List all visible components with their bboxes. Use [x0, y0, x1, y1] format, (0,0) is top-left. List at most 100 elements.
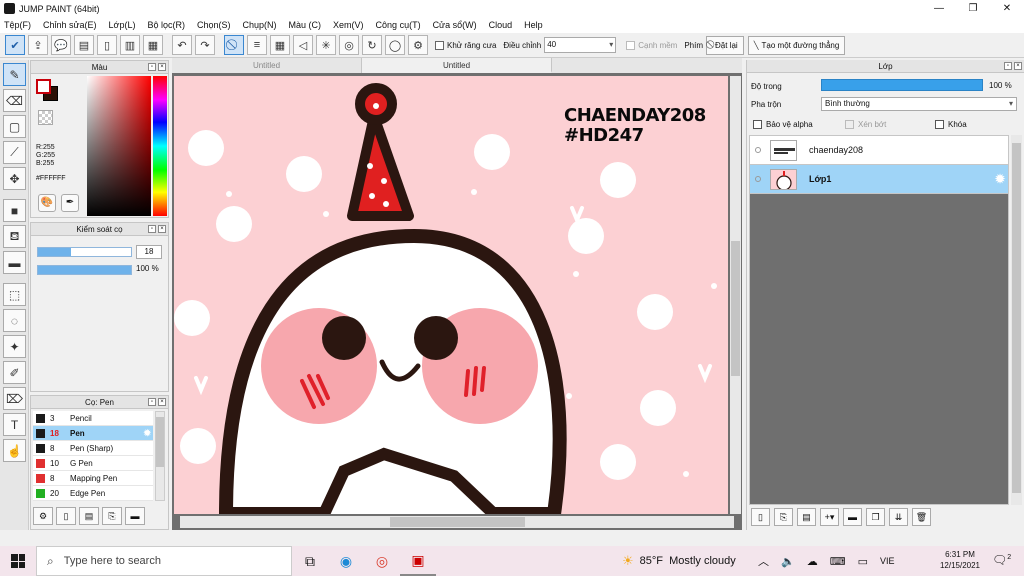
menu-file[interactable]: Tệp(F): [4, 20, 31, 30]
brush-settings-icon[interactable]: ⚙: [33, 507, 53, 525]
new-brush-icon[interactable]: ▯: [56, 507, 76, 525]
new-folder-icon[interactable]: ▬: [843, 508, 862, 526]
undock-icon[interactable]: ▫: [148, 398, 156, 406]
canvas-horizontal-scrollbar[interactable]: [180, 516, 734, 528]
undock-icon[interactable]: ▫: [148, 63, 156, 71]
layer-list-scrollbar[interactable]: [1011, 135, 1022, 505]
menu-color[interactable]: Màu (C): [289, 20, 322, 30]
close-button[interactable]: ✕: [990, 0, 1024, 17]
page-icon[interactable]: ▯: [97, 35, 117, 55]
eraser-tool-icon[interactable]: ⌫: [3, 89, 26, 112]
parallel-lines-icon[interactable]: ≡: [247, 35, 267, 55]
antialias-checkbox[interactable]: Khử răng cưa: [435, 40, 496, 50]
message-icon[interactable]: ▤: [74, 35, 94, 55]
brush-item[interactable]: 3 Pencil: [33, 411, 153, 426]
volume-icon[interactable]: 🔈: [781, 555, 795, 568]
delete-layer-icon[interactable]: 🗑: [912, 508, 931, 526]
panel-close-icon[interactable]: ×: [158, 225, 166, 233]
rect-select-tool-icon[interactable]: ⬚: [3, 283, 26, 306]
brush-item[interactable]: 18 Pen ✹: [33, 426, 153, 441]
jump-paint-taskbar-icon[interactable]: ▣: [400, 546, 436, 576]
layer-item-lop1[interactable]: Lớp1 ✹: [750, 165, 1008, 194]
radial-lines-icon[interactable]: ✳: [316, 35, 336, 55]
brush-settings-icon[interactable]: ✹: [143, 428, 151, 439]
menu-edit[interactable]: Chỉnh sửa(E): [43, 20, 97, 30]
panel-close-icon[interactable]: ×: [1014, 62, 1022, 70]
menu-window[interactable]: Cửa sổ(W): [433, 20, 477, 30]
select-pen-tool-icon[interactable]: ✐: [3, 361, 26, 384]
lasso-tool-icon[interactable]: ◌: [3, 309, 26, 332]
menu-cloud[interactable]: Cloud: [489, 20, 513, 30]
menu-layer[interactable]: Lớp(L): [109, 20, 136, 30]
document-tab-1[interactable]: Untitled: [172, 58, 362, 73]
cloud-icon[interactable]: ☁: [807, 555, 818, 568]
menu-select[interactable]: Chọn(S): [197, 20, 231, 30]
export-icon[interactable]: ⇪: [28, 35, 48, 55]
input-language[interactable]: VIE: [880, 556, 895, 566]
eyedropper-icon[interactable]: ✒: [61, 194, 79, 212]
grid-ruler-icon[interactable]: ▦: [270, 35, 290, 55]
layer-item-chaenday208[interactable]: chaenday208: [750, 136, 1008, 165]
tray-chevron-icon[interactable]: ︿: [758, 553, 769, 569]
menu-filter[interactable]: Bộ lọc(R): [147, 20, 185, 30]
new-layer-copy-icon[interactable]: ⎘: [774, 508, 793, 526]
reset-button[interactable]: ⃠ Đặt lại: [706, 35, 744, 55]
duplicate-layer-icon[interactable]: ❐: [866, 508, 885, 526]
lock-checkbox[interactable]: Khóa: [935, 120, 967, 129]
brush-folder-icon[interactable]: ▬: [125, 507, 145, 525]
notification-icon[interactable]: 🗨2: [992, 553, 1011, 567]
select-eraser-tool-icon[interactable]: ⌦: [3, 387, 26, 410]
bucket-tool-icon[interactable]: ⛾: [3, 225, 26, 248]
edge-browser-icon[interactable]: ◉: [328, 546, 364, 576]
speech-bubble-icon[interactable]: 💬: [51, 35, 71, 55]
hue-slider[interactable]: [153, 76, 167, 216]
brush-menu-icon[interactable]: ▤: [79, 507, 99, 525]
taskbar-clock[interactable]: 6:31 PM 12/15/2021: [935, 549, 985, 571]
brush-tool-icon[interactable]: ✎: [3, 63, 26, 86]
text-tool-icon[interactable]: T: [3, 413, 26, 436]
concentric-circle-icon[interactable]: ◎: [339, 35, 359, 55]
brush-list-scrollbar[interactable]: [155, 411, 165, 501]
protect-alpha-checkbox[interactable]: Bảo vệ alpha: [753, 120, 813, 129]
start-button[interactable]: [0, 546, 36, 576]
merge-layer-icon[interactable]: ⇊: [889, 508, 908, 526]
transparent-color-swatch[interactable]: [38, 110, 53, 125]
brush-item[interactable]: 10 G Pen: [33, 456, 153, 471]
hand-tool-icon[interactable]: ☝: [3, 439, 26, 462]
undock-icon[interactable]: ▫: [148, 225, 156, 233]
adjust-select[interactable]: 40: [544, 37, 617, 53]
redo-icon[interactable]: ↷: [195, 35, 215, 55]
document-tab-2[interactable]: Untitled: [362, 58, 552, 73]
taskbar-search[interactable]: ⌕ Type here to search: [36, 546, 292, 576]
undock-icon[interactable]: ▫: [1004, 62, 1012, 70]
panel-close-icon[interactable]: ×: [158, 63, 166, 71]
move-tool-icon[interactable]: ✥: [3, 167, 26, 190]
drawing-canvas[interactable]: CHAENDAY208 #HD247: [174, 76, 728, 514]
menu-tools[interactable]: Công cụ(T): [376, 20, 421, 30]
layer-settings-icon[interactable]: ✹: [995, 172, 1005, 186]
panel-close-icon[interactable]: ×: [158, 398, 166, 406]
menu-capture[interactable]: Chụp(N): [243, 20, 277, 30]
brush-item[interactable]: 8 Mapping Pen: [33, 471, 153, 486]
fill-rect-tool-icon[interactable]: ■: [3, 199, 26, 222]
gradient-tool-icon[interactable]: ▬: [3, 251, 26, 274]
foreground-color-swatch[interactable]: [36, 79, 51, 94]
task-view-icon[interactable]: ⧉: [292, 546, 328, 576]
perspective-icon[interactable]: ◁: [293, 35, 313, 55]
keyboard-icon[interactable]: ⌨: [830, 555, 846, 568]
curve-icon[interactable]: ↻: [362, 35, 382, 55]
clipping-checkbox[interactable]: Xén bớt: [845, 120, 886, 129]
rectangle-tool-icon[interactable]: ▢: [3, 115, 26, 138]
ellipse-icon[interactable]: ◯: [385, 35, 405, 55]
ruler-off-icon[interactable]: ⃠: [224, 35, 244, 55]
palette-icon[interactable]: 🎨: [38, 194, 56, 212]
grid-layout-icon[interactable]: ▦: [143, 35, 163, 55]
brush-item[interactable]: 8 Pen (Sharp): [33, 441, 153, 456]
add-layer-menu-icon[interactable]: +▾: [820, 508, 839, 526]
undo-icon[interactable]: ↶: [172, 35, 192, 55]
blend-mode-select[interactable]: Bình thường: [821, 97, 1017, 111]
magic-wand-tool-icon[interactable]: ✦: [3, 335, 26, 358]
visibility-icon[interactable]: [755, 147, 761, 153]
saturation-value-picker[interactable]: [87, 76, 151, 216]
brush-opacity-slider[interactable]: [37, 265, 132, 275]
